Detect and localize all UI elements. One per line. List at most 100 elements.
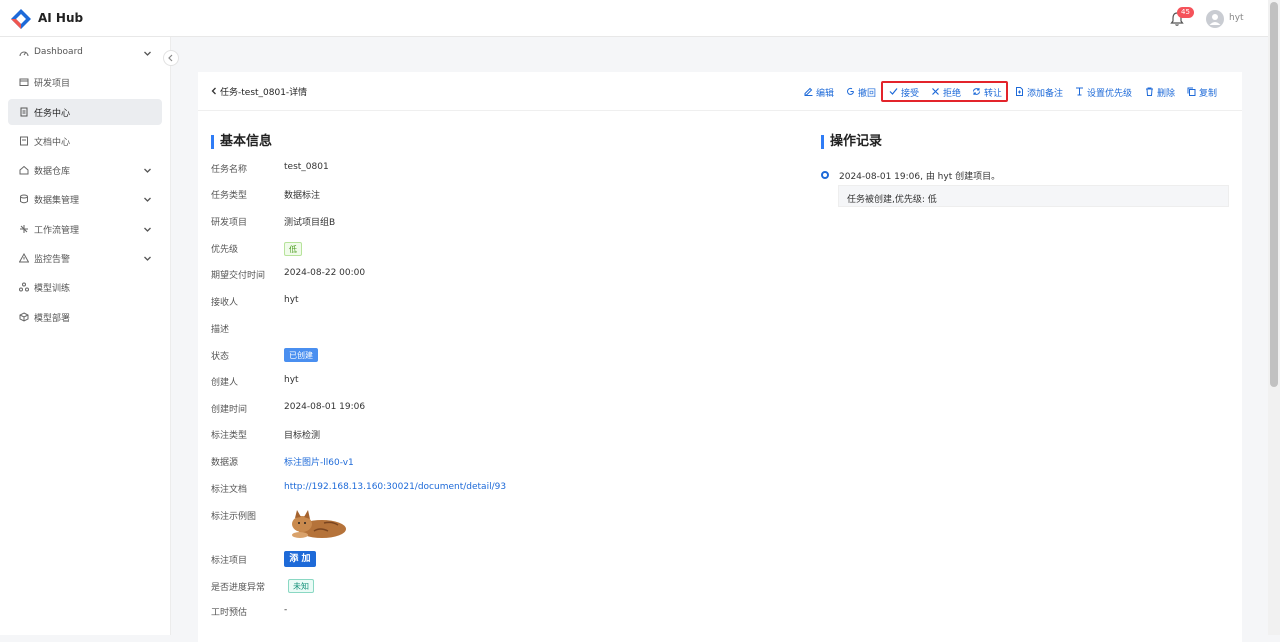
field-label: 接收人 (211, 298, 239, 308)
progress-abnormal-badge: 未知 (288, 579, 314, 593)
edit-icon (804, 87, 813, 96)
data-source-link[interactable]: 标注图片-ll60-v1 (284, 455, 354, 468)
sidebar-item-label: 任务中心 (34, 109, 71, 119)
chevron-down-icon (144, 227, 151, 232)
revoke-label: 撤回 (858, 89, 877, 99)
chevron-down-icon (144, 197, 151, 202)
field-label: 期望交付时间 (211, 271, 266, 281)
field-label: 任务名称 (211, 165, 248, 175)
user-icon (1209, 14, 1221, 25)
app-title: AI Hub (38, 11, 84, 25)
task-name-value: test_0801 (284, 162, 329, 172)
sidebar-collapse-button[interactable] (163, 50, 179, 66)
sidebar-item-label: 数据仓库 (34, 167, 71, 177)
file-add-icon (1016, 87, 1023, 96)
page-title: 任务-test_0801-详情 (220, 88, 308, 98)
field-label: 标注类型 (211, 431, 248, 441)
sidebar-item-label: 研发项目 (34, 79, 71, 89)
sidebar-item-label: 数据集管理 (34, 196, 80, 206)
sidebar-item-model-deploy[interactable]: 模型部署 (8, 304, 162, 330)
top-header: AI Hub 45 hyt (0, 0, 1268, 37)
basic-info-title: 基本信息 (211, 135, 272, 149)
priority-badge: 低 (284, 242, 302, 256)
document-icon (20, 136, 28, 146)
sidebar-item-data-warehouse[interactable]: 数据仓库 (8, 157, 162, 183)
field-label: 创建时间 (211, 405, 248, 415)
sidebar-item-label: 监控告警 (34, 255, 71, 265)
receiver-value: hyt (284, 295, 299, 305)
task-detail-card: 任务-test_0801-详情 (198, 72, 1242, 642)
trash-icon (1146, 87, 1153, 96)
warning-icon (19, 253, 29, 263)
set-priority-label: 设置优先级 (1087, 89, 1133, 99)
sidebar-item-docs[interactable]: 文档中心 (8, 128, 162, 154)
edit-label: 编辑 (816, 89, 835, 99)
copy-icon (1187, 87, 1196, 96)
card-header: 任务-test_0801-详情 (198, 72, 1242, 111)
annotation-type-value: 目标检测 (284, 431, 321, 441)
project-value: 测试项目组B (284, 218, 336, 228)
field-label: 任务类型 (211, 191, 248, 201)
avatar[interactable] (1206, 10, 1224, 28)
task-type-value: 数据标注 (284, 191, 321, 201)
sidebar-item-dashboard[interactable]: Dashboard (8, 40, 162, 66)
cluster-icon (19, 282, 29, 292)
highlight-box (881, 81, 1008, 102)
sidebar-item-dataset[interactable]: 数据集管理 (8, 186, 162, 212)
field-label: 状态 (211, 352, 230, 362)
chevron-down-icon (144, 168, 151, 173)
copy-label: 复制 (1199, 89, 1218, 99)
sidebar-item-label: 工作流管理 (34, 226, 80, 236)
task-icon (20, 107, 28, 117)
status-badge: 已创建 (284, 348, 318, 362)
sidebar-item-workflow[interactable]: 工作流管理 (8, 216, 162, 242)
cube-icon (19, 312, 29, 322)
dashboard-icon (19, 51, 29, 57)
field-label: 标注项目 (211, 556, 248, 566)
chevron-down-icon (144, 256, 151, 261)
revoke-icon (847, 87, 854, 95)
field-label: 优先级 (211, 245, 239, 255)
add-note-label: 添加备注 (1027, 89, 1064, 99)
example-cat-image[interactable] (284, 507, 350, 543)
field-label: 数据源 (211, 458, 239, 468)
field-label: 标注文档 (211, 485, 248, 495)
field-label: 研发项目 (211, 218, 248, 228)
back-arrow-icon[interactable] (210, 87, 218, 95)
scrollbar-thumb[interactable] (1270, 2, 1278, 387)
creator-value: hyt (284, 375, 299, 385)
log-entry-time: 2024-08-01 19:06, 由 hyt 创建项目。 (839, 172, 1001, 182)
created-time-value: 2024-08-01 19:06 (284, 402, 366, 412)
field-label: 标注示例图 (211, 512, 257, 522)
field-label: 描述 (211, 325, 230, 335)
delete-label: 删除 (1157, 89, 1176, 99)
sidebar-item-projects[interactable]: 研发项目 (8, 69, 162, 95)
priority-icon (1076, 87, 1083, 96)
notification-badge: 45 (1177, 7, 1194, 18)
due-date-value: 2024-08-22 00:00 (284, 268, 366, 278)
sidebar-item-label: 文档中心 (34, 138, 71, 148)
sidebar-item-task-center[interactable]: 任务中心 (8, 99, 162, 125)
sidebar-item-model-training[interactable]: 模型训练 (8, 274, 162, 300)
database-icon (20, 194, 28, 204)
sidebar: Dashboard 研发项目 任务中心 文档中心 数据仓库 数据集管理 工作流管… (0, 37, 171, 635)
workflow-icon (20, 225, 28, 233)
field-label: 是否进度异常 (211, 583, 266, 593)
sidebar-item-label: Dashboard (34, 47, 83, 57)
annotation-doc-link[interactable]: http://192.168.13.160:30021/document/det… (284, 482, 506, 492)
ai-hub-logo-icon[interactable] (10, 8, 32, 30)
page-scrollbar[interactable] (1268, 0, 1280, 635)
sidebar-item-label: 模型部署 (34, 314, 71, 324)
log-entry-box: 任务被创建,优先级: 低 (838, 185, 1229, 207)
log-entry-message: 任务被创建,优先级: 低 (847, 195, 937, 205)
field-label: 创建人 (211, 378, 239, 388)
estimate-value: - (284, 605, 288, 615)
username[interactable]: hyt (1229, 13, 1244, 23)
home-icon (19, 165, 29, 175)
folder-icon (19, 78, 29, 86)
timeline-dot (821, 171, 829, 179)
add-annotation-button[interactable]: 添 加 (284, 551, 316, 567)
sidebar-item-monitoring[interactable]: 监控告警 (8, 245, 162, 271)
field-label: 工时预估 (211, 608, 248, 618)
operation-log-title: 操作记录 (821, 135, 882, 149)
